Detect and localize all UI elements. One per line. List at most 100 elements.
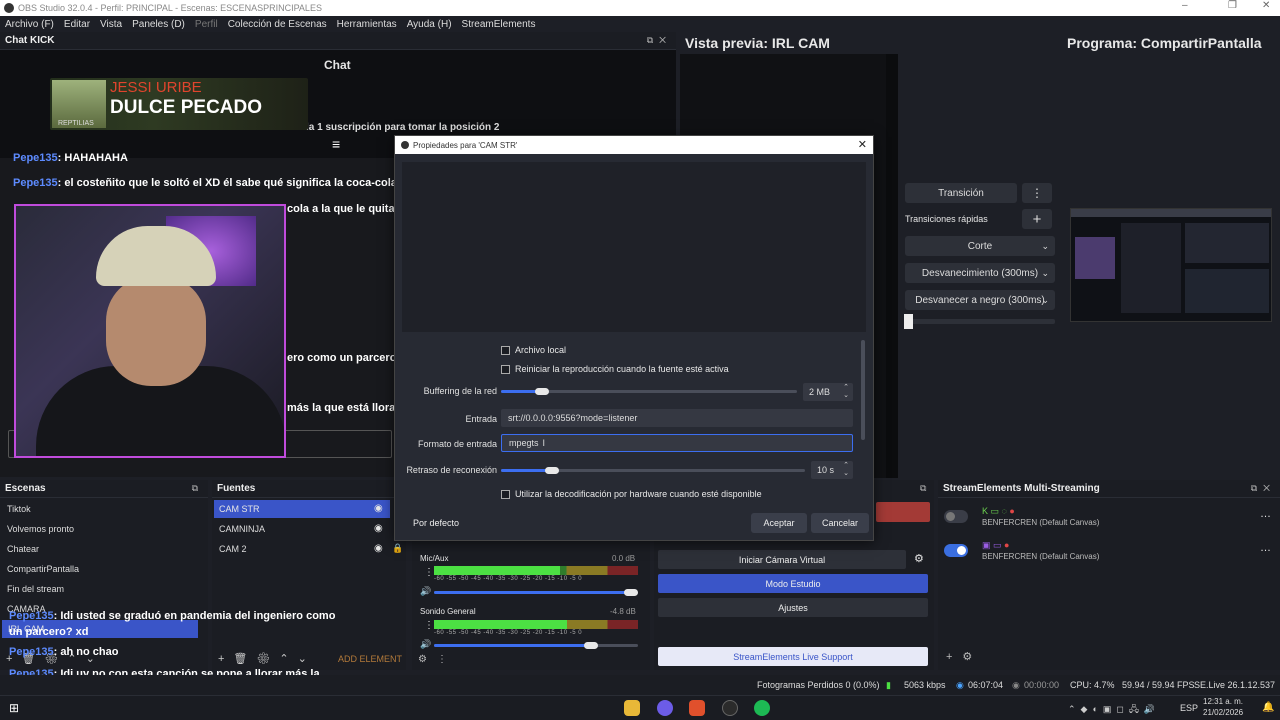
now-playing-artist: JESSI URIBE (110, 79, 202, 96)
menu-paneles[interactable]: Paneles (D) (127, 19, 190, 30)
menu-coleccion[interactable]: Colección de Escenas (223, 19, 332, 30)
transition-button[interactable]: Transición (905, 183, 1017, 203)
scenes-title: Escenas (5, 483, 46, 494)
keyboard-language[interactable]: ESP (1180, 703, 1198, 713)
dock-buttons-icon[interactable]: ⧉✕ (647, 35, 672, 46)
windows-start-icon[interactable]: ⊞ (9, 701, 19, 715)
source-item-selected[interactable]: CAM STR (214, 500, 390, 518)
studio-mode-button[interactable]: Modo Estudio (658, 574, 928, 593)
se-stream-row: K ▭ ◌ ● BENFERCREN (Default Canvas) … (944, 504, 1274, 532)
maximize-button[interactable]: ❐ (1228, 0, 1237, 11)
tbar-handle[interactable] (904, 314, 913, 329)
chat-message: Pepe135: HAHAHAHA (13, 152, 128, 164)
transition-corte[interactable]: Corte ⌄ (905, 236, 1055, 256)
local-file-checkbox[interactable]: Archivo local (501, 345, 566, 355)
eye-icon[interactable]: ◉ (374, 523, 383, 534)
minimize-button[interactable]: – (1182, 0, 1188, 11)
lock-icon[interactable]: 🔒 (392, 543, 403, 554)
gear-icon[interactable]: ⚙ (914, 552, 924, 565)
close-icon[interactable]: ✕ (858, 138, 867, 151)
eye-icon[interactable]: ◉ (374, 503, 383, 514)
stop-stream-button[interactable] (876, 502, 930, 522)
thumb-label: REPTILIAS (58, 120, 94, 127)
stream-toggle[interactable] (944, 510, 968, 523)
dock-buttons-icon[interactable]: ⧉ (920, 483, 926, 494)
transition-more-icon[interactable]: ⋮ (1022, 183, 1052, 203)
tray-icons[interactable]: ⌃◆◐▣◻🖧🔊 (1068, 702, 1160, 718)
speaker-icon[interactable]: 🔊 (420, 639, 431, 650)
buffer-slider-knob[interactable] (535, 388, 549, 395)
scene-item[interactable]: Fin del stream (7, 584, 64, 594)
spotify-icon[interactable] (754, 700, 770, 716)
channel-menu-icon[interactable]: ⋮ (424, 567, 434, 578)
now-playing-overlay: REPTILIAS JESSI URIBE DULCE PECADO (50, 78, 308, 130)
clock-time[interactable]: 12:31 a. m. (1203, 697, 1243, 706)
live-support-button[interactable]: StreamElements Live Support (658, 647, 928, 666)
menu-lines-icon[interactable]: ≡ (332, 136, 340, 152)
notification-icon[interactable]: 🔔 (1262, 702, 1274, 713)
chat-fragment: ero como un parcero? (287, 352, 404, 364)
source-item[interactable]: CAMNINJA (219, 524, 265, 534)
tbar-track[interactable] (905, 319, 1055, 324)
scenes-header: Escenas ⧉ (0, 480, 208, 498)
brave-icon[interactable] (689, 700, 705, 716)
input-url-field[interactable]: srt://0.0.0.0:9556?mode=listener (501, 409, 853, 427)
scene-item[interactable]: Volvemos pronto (7, 524, 74, 534)
menu-archivo[interactable]: Archivo (F) (0, 19, 59, 30)
se-stream-row: ▣ ▭ ● BENFERCREN (Default Canvas) … (944, 538, 1274, 566)
transition-fade-black[interactable]: Desvanecer a negro (300ms) ⌄ (905, 290, 1055, 310)
menu-vista[interactable]: Vista (95, 19, 127, 30)
settings-button[interactable]: Ajustes (658, 598, 928, 617)
channel-menu-icon[interactable]: ⋮ (424, 620, 434, 631)
dock-buttons-icon[interactable]: ⧉✕ (1251, 483, 1276, 494)
speaker-icon[interactable]: 🔊 (420, 586, 431, 597)
program-label: Programa: CompartirPantalla (1067, 35, 1262, 51)
menu-ayuda[interactable]: Ayuda (H) (402, 19, 457, 30)
browser-icon[interactable] (657, 700, 673, 716)
defaults-button[interactable]: Por defecto (403, 513, 469, 533)
row-more-icon[interactable]: … (1260, 508, 1271, 520)
stream-toggle[interactable] (944, 544, 968, 557)
reconnect-spinbox[interactable]: 10 s ⌃ ⌄ (811, 461, 853, 479)
buffer-spinbox[interactable]: 2 MB ⌃ ⌄ (803, 383, 853, 401)
scene-item[interactable]: Chatear (7, 544, 39, 554)
se-toolbar-icons[interactable]: +⚙ (946, 650, 982, 663)
menu-perfil[interactable]: Perfil (190, 19, 223, 30)
scene-item[interactable]: CompartirPantalla (7, 564, 79, 574)
volume-meter-level (434, 566, 560, 575)
restart-playback-checkbox[interactable]: Reiniciar la reproducción cuando la fuen… (501, 364, 729, 374)
menu-herramientas[interactable]: Herramientas (332, 19, 402, 30)
mixer-toolbar-icons[interactable]: ⚙⋮ (418, 654, 457, 665)
volume-meter-level (434, 620, 567, 629)
obs-taskbar-icon[interactable] (722, 700, 738, 716)
dock-buttons-icon[interactable]: ⧉ (192, 483, 204, 494)
volume-slider-knob[interactable] (624, 589, 638, 596)
menu-streamelements[interactable]: StreamElements (457, 19, 541, 30)
file-explorer-icon[interactable] (624, 700, 640, 716)
preview-scrollbar[interactable] (886, 54, 898, 478)
format-field[interactable]: mpegts Ι (501, 434, 853, 452)
add-element-button[interactable]: ADD ELEMENT (338, 654, 402, 664)
rec-time: 00:00:00 (1024, 680, 1060, 690)
transition-fade[interactable]: Desvanecimiento (300ms) ⌄ (905, 263, 1055, 283)
reconnect-slider-knob[interactable] (545, 467, 559, 474)
clock-date[interactable]: 21/02/2026 (1203, 708, 1243, 717)
dialog-title: Propiedades para 'CAM STR' (413, 140, 518, 150)
scene-item[interactable]: Tiktok (7, 504, 31, 514)
ok-button[interactable]: Aceptar (751, 513, 807, 533)
source-item[interactable]: CAM 2 (219, 544, 247, 554)
add-transition-icon[interactable]: + (1022, 209, 1052, 229)
cancel-button[interactable]: Cancelar (811, 513, 869, 533)
source-toolbar-icons[interactable]: +🗑⚙⌃⌄ (218, 652, 316, 665)
scrollbar[interactable] (861, 340, 865, 440)
hw-decode-checkbox[interactable]: Utilizar la decodificación por hardware … (501, 489, 762, 499)
input-label: Entrada (465, 414, 497, 424)
volume-slider-knob[interactable] (584, 642, 598, 649)
menu-editar[interactable]: Editar (59, 19, 95, 30)
row-more-icon[interactable]: … (1260, 542, 1271, 554)
fps: 59.94 / 59.94 FPS (1122, 680, 1195, 690)
close-window-button[interactable]: ✕ (1262, 0, 1270, 11)
eye-icon[interactable]: ◉ (374, 543, 383, 554)
virtual-camera-button[interactable]: Iniciar Cámara Virtual (658, 550, 906, 569)
reconnect-label: Retraso de reconexión (406, 465, 497, 475)
